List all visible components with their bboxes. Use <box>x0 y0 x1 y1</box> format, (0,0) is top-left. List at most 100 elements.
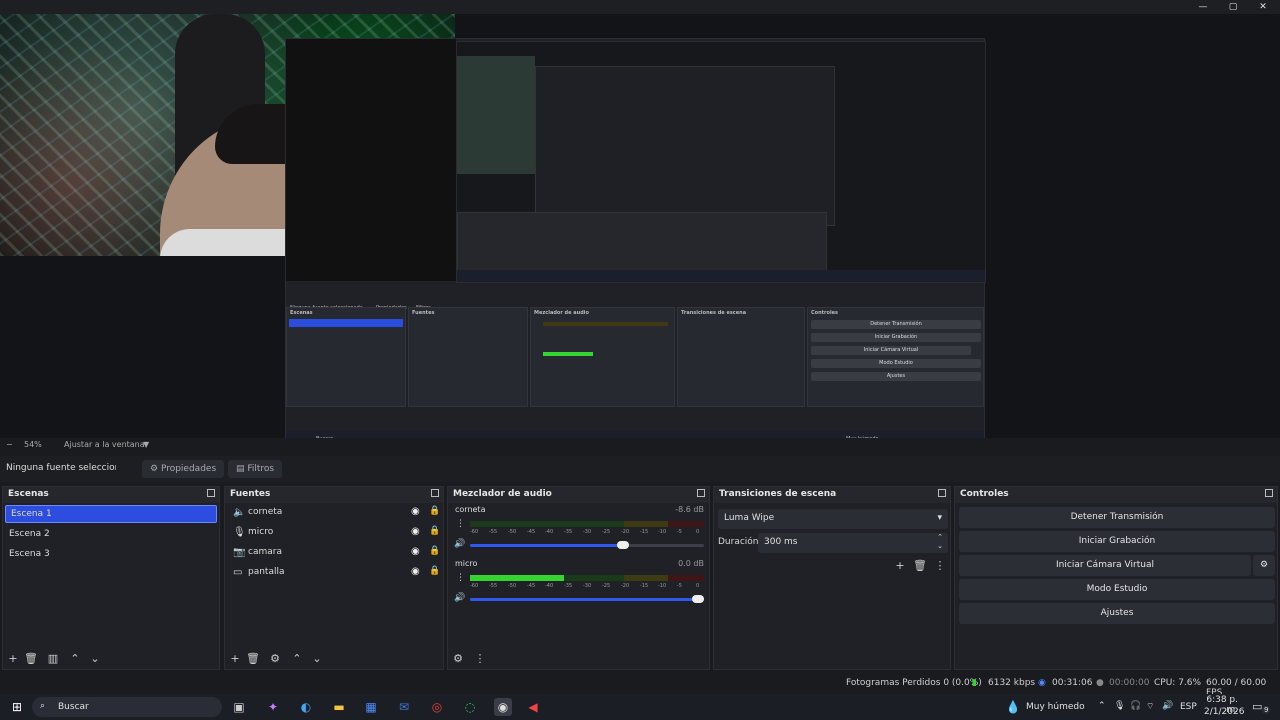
settings-button[interactable]: Ajustes <box>959 603 1275 624</box>
move-down-icon[interactable]: ⌄ <box>309 652 325 666</box>
status-bar: Fotogramas Perdidos 0 (0.0%) ▮ 6132 kbps… <box>0 674 1280 698</box>
lock-icon[interactable]: 🔒 <box>429 506 440 516</box>
source-item-pantalla[interactable]: ▭ pantalla ◉ 🔒 <box>225 563 443 583</box>
notification-icon[interactable]: ▭ <box>1252 700 1262 713</box>
nested-sources-panel: Fuentes <box>408 307 528 407</box>
lock-icon[interactable]: 🔒 <box>429 566 440 576</box>
float-dock-icon[interactable] <box>938 489 946 497</box>
chrome-icon[interactable]: ◎ <box>428 698 446 716</box>
float-dock-icon[interactable] <box>431 489 439 497</box>
properties-button[interactable]: ⚙ Propiedades <box>142 460 225 478</box>
scenes-dock: Escenas Escena 1 Escena 2 Escena 3 + 🗑 ▥… <box>2 486 220 670</box>
start-recording-button[interactable]: Iniciar Grabación <box>959 531 1275 552</box>
source-item-camara[interactable]: 📷 camara ◉ 🔒 <box>225 543 443 563</box>
eye-icon[interactable]: ◉ <box>411 566 420 577</box>
volume-knob[interactable] <box>617 541 629 549</box>
channel-name: corneta <box>455 505 486 514</box>
spin-down-icon[interactable]: ⌄ <box>937 542 943 550</box>
add-transition-icon[interactable]: + <box>892 559 908 573</box>
add-scene-icon[interactable]: + <box>5 652 21 666</box>
source-item-corneta[interactable]: 🔈 corneta ◉ 🔒 <box>225 503 443 523</box>
maximize-button[interactable]: ▢ <box>1218 0 1248 14</box>
volume-icon[interactable]: 🔊 <box>1162 701 1173 711</box>
volume-knob[interactable] <box>692 595 704 603</box>
db-tick-label: -60 <box>470 529 479 535</box>
stream-icon: ◉ <box>1038 678 1046 688</box>
sources-title: Fuentes <box>230 489 271 499</box>
kebab-menu-icon[interactable]: ⋮ <box>456 519 465 529</box>
float-dock-icon[interactable] <box>1265 489 1273 497</box>
move-up-icon[interactable]: ⌃ <box>289 652 305 666</box>
advanced-audio-icon[interactable]: ⚙ <box>450 652 466 666</box>
clock-date[interactable]: 2/1/2026 <box>1204 707 1244 717</box>
volume-slider[interactable] <box>470 595 704 603</box>
weather-label[interactable]: Muy húmedo <box>1026 702 1085 712</box>
move-up-icon[interactable]: ⌃ <box>67 652 83 666</box>
speaker-icon: 🔈 <box>233 507 246 518</box>
scene-item-1[interactable]: Escena 1 <box>5 505 217 523</box>
duration-label: Duración <box>718 537 759 547</box>
float-dock-icon[interactable] <box>207 489 215 497</box>
microphone-icon[interactable]: 🎙 <box>1114 701 1125 711</box>
store-icon[interactable]: ▦ <box>362 698 380 716</box>
filters-button[interactable]: ▤ Filtros <box>228 460 283 478</box>
lock-icon[interactable]: 🔒 <box>429 526 440 536</box>
zoom-dropdown-icon[interactable]: ▼ <box>143 440 149 449</box>
scenes-toolbar: + 🗑 ▥ ⌃ ⌄ <box>3 649 219 669</box>
eye-icon[interactable]: ◉ <box>411 506 420 517</box>
trash-icon[interactable]: 🗑 <box>912 559 928 573</box>
obs-icon[interactable]: ◉ <box>494 698 512 716</box>
wifi-icon[interactable]: ⌔ <box>1146 701 1154 712</box>
float-dock-icon[interactable] <box>697 489 705 497</box>
task-view-icon[interactable]: ▣ <box>230 698 248 716</box>
close-button[interactable]: ✕ <box>1248 0 1278 14</box>
zoom-fit-option[interactable]: Ajustar a la ventana <box>64 440 145 449</box>
headset-icon[interactable]: 🎧 <box>1130 701 1141 711</box>
whatsapp-icon[interactable]: ◌ <box>461 698 479 716</box>
eye-icon[interactable]: ◉ <box>411 526 420 537</box>
transition-select[interactable]: Luma Wipe ▾ <box>718 509 948 529</box>
edge-icon[interactable]: ◐ <box>297 698 315 716</box>
kebab-menu-icon[interactable]: ⋮ <box>456 573 465 583</box>
minimize-button[interactable]: — <box>1188 0 1218 14</box>
file-explorer-icon[interactable]: ▬ <box>330 698 348 716</box>
windows-start-icon[interactable]: ⊞ <box>8 698 26 716</box>
db-tick-label: -5 <box>677 583 682 589</box>
language-indicator[interactable]: ESP <box>1180 702 1197 712</box>
app-icon[interactable]: ◀ <box>524 698 542 716</box>
scene-item-2[interactable]: Escena 2 <box>3 525 219 545</box>
db-tick-label: -30 <box>583 583 592 589</box>
virtualcam-settings-icon[interactable]: ⚙ <box>1253 555 1275 576</box>
source-item-micro[interactable]: 🎙 micro ◉ 🔒 <box>225 523 443 543</box>
lock-icon[interactable]: 🔒 <box>429 546 440 556</box>
spin-up-icon[interactable]: ⌃ <box>937 533 943 541</box>
duration-input[interactable]: 300 ms ⌃ ⌄ <box>758 533 948 553</box>
scene-filter-icon[interactable]: ▥ <box>45 652 61 666</box>
trash-icon[interactable]: 🗑 <box>23 652 39 666</box>
taskbar-search[interactable]: ⌕ Buscar <box>32 697 222 717</box>
db-tick-label: -15 <box>640 529 649 535</box>
scene-item-3[interactable]: Escena 3 <box>3 545 219 565</box>
level-meter <box>470 521 704 527</box>
stop-streaming-button[interactable]: Detener Transmisión <box>959 507 1275 528</box>
studio-mode-button[interactable]: Modo Estudio <box>959 579 1275 600</box>
kebab-menu-icon[interactable]: ⋮ <box>472 652 488 666</box>
chevron-up-icon[interactable]: ⌃ <box>1098 701 1106 711</box>
zoom-out-button[interactable]: − <box>6 440 13 449</box>
eye-icon[interactable]: ◉ <box>411 546 420 557</box>
trash-icon[interactable]: 🗑 <box>245 652 261 666</box>
db-tick-label: -55 <box>489 529 498 535</box>
start-virtualcam-button[interactable]: Iniciar Cámara Virtual <box>959 555 1251 576</box>
volume-slider[interactable] <box>470 541 704 549</box>
move-down-icon[interactable]: ⌄ <box>87 652 103 666</box>
zoom-level: 54% <box>24 440 42 449</box>
speaker-icon[interactable]: 🔊 <box>454 539 465 549</box>
preview-canvas[interactable]: Ninguna fuente seleccionada Propiedades … <box>0 14 1280 448</box>
outlook-icon[interactable]: ✉ <box>395 698 413 716</box>
copilot-icon[interactable]: ✦ <box>264 698 282 716</box>
speaker-icon[interactable]: 🔊 <box>454 593 465 603</box>
add-source-icon[interactable]: + <box>227 652 243 666</box>
channel-db: 0.0 dB <box>678 559 704 568</box>
kebab-menu-icon[interactable]: ⋮ <box>932 559 948 573</box>
gear-icon[interactable]: ⚙ <box>267 652 283 666</box>
